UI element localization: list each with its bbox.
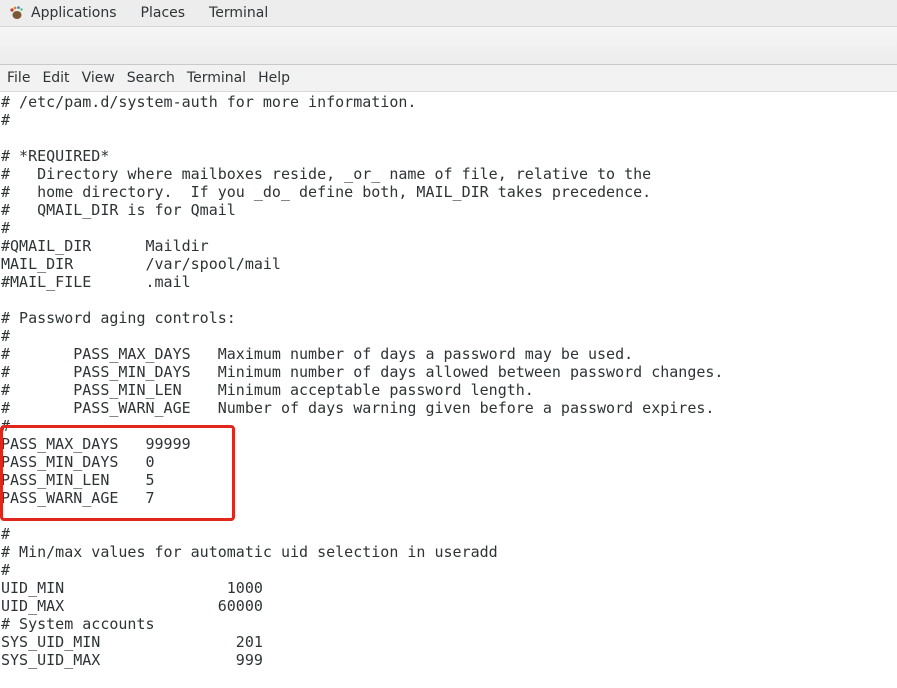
terminal-line: # PASS_MIN_DAYS Minimum number of days a… xyxy=(1,363,724,381)
menubar: File Edit View Search Terminal Help xyxy=(0,65,897,92)
terminal-line: PASS_MIN_LEN 5 xyxy=(1,471,155,489)
places-label: Places xyxy=(140,5,186,21)
terminal-line: UID_MIN 1000 xyxy=(1,579,263,597)
terminal-line: # xyxy=(1,417,11,435)
terminal-line: # /etc/pam.d/system-auth for more inform… xyxy=(1,93,417,111)
terminal-line: #MAIL_FILE .mail xyxy=(1,273,191,291)
terminal-line: # Password aging controls: xyxy=(1,309,236,327)
terminal-line: # PASS_WARN_AGE Number of days warning g… xyxy=(1,399,715,417)
places-menu[interactable]: Places xyxy=(129,0,198,26)
terminal-line: # QMAIL_DIR is for Qmail xyxy=(1,201,236,219)
applications-menu[interactable]: Applications xyxy=(0,0,129,26)
menu-view[interactable]: View xyxy=(76,70,121,86)
terminal-line: #QMAIL_DIR Maildir xyxy=(1,237,209,255)
menu-edit[interactable]: Edit xyxy=(36,70,75,86)
terminal-line: SYS_UID_MAX 999 xyxy=(1,651,263,669)
menu-terminal[interactable]: Terminal xyxy=(181,70,252,86)
menu-help[interactable]: Help xyxy=(252,70,296,86)
gnome-foot-icon xyxy=(10,6,23,19)
terminal-line: PASS_MIN_DAYS 0 xyxy=(1,453,155,471)
terminal-line: # PASS_MAX_DAYS Maximum number of days a… xyxy=(1,345,634,363)
terminal-line: # Directory where mailboxes reside, _or_… xyxy=(1,165,652,183)
menu-file[interactable]: File xyxy=(0,70,36,86)
top-panel: Applications Places Terminal xyxy=(0,0,897,27)
terminal-line: # xyxy=(1,111,11,129)
terminal-line: # home directory. If you _do_ define bot… xyxy=(1,183,652,201)
terminal-line: SYS_UID_MIN 201 xyxy=(1,633,263,651)
terminal-output[interactable]: # /etc/pam.d/system-auth for more inform… xyxy=(0,93,897,688)
terminal-line: # *REQUIRED* xyxy=(1,147,110,165)
terminal-line: PASS_MAX_DAYS 99999 xyxy=(1,435,191,453)
terminal-line: # xyxy=(1,525,11,543)
terminal-line: # xyxy=(1,561,11,579)
menu-search[interactable]: Search xyxy=(121,70,181,86)
terminal-app-menu[interactable]: Terminal xyxy=(197,0,280,26)
terminal-line: # xyxy=(1,219,11,237)
window-titlebar[interactable] xyxy=(0,27,897,65)
terminal-line: PASS_WARN_AGE 7 xyxy=(1,489,155,507)
applications-label: Applications xyxy=(31,5,117,21)
terminal-line: UID_MAX 60000 xyxy=(1,597,263,615)
terminal-line: # xyxy=(1,327,11,345)
terminal-line: # System accounts xyxy=(1,615,155,633)
terminal-line: # PASS_MIN_LEN Minimum acceptable passwo… xyxy=(1,381,534,399)
terminal-line: # Min/max values for automatic uid selec… xyxy=(1,543,498,561)
terminal-line: MAIL_DIR /var/spool/mail xyxy=(1,255,281,273)
terminal-app-label: Terminal xyxy=(209,5,269,21)
